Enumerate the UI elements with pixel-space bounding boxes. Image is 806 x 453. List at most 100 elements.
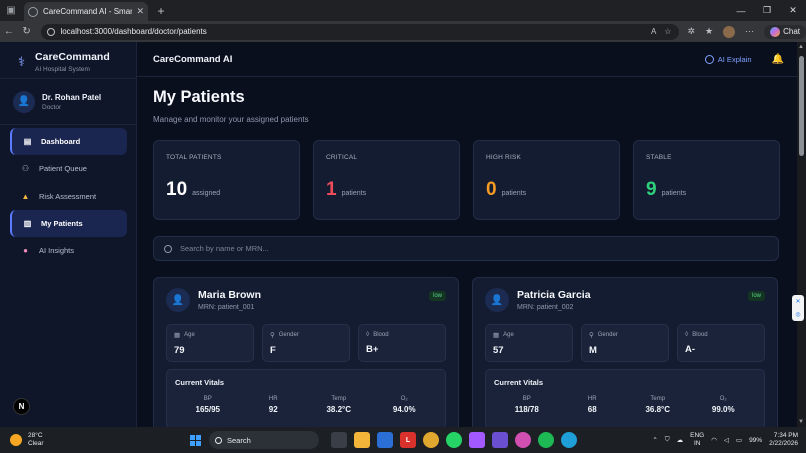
ai-explain-label: AI Explain (717, 54, 752, 64)
scroll-down-icon[interactable]: ▼ (798, 419, 804, 425)
vital-label: Temp (331, 396, 347, 402)
more-menu-icon[interactable]: ⋯ (745, 26, 754, 37)
volume-icon[interactable]: ◁ (724, 436, 729, 444)
nextjs-badge[interactable]: N (13, 398, 30, 415)
search-input[interactable] (180, 244, 680, 253)
reload-icon[interactable]: ↻ (18, 21, 36, 42)
favorites-icon[interactable]: ★ (705, 26, 713, 37)
taskbar-search[interactable]: Search (209, 431, 319, 449)
stat-value: 10 (166, 179, 188, 200)
search-icon (164, 244, 172, 253)
wifi-icon[interactable]: ◠ (711, 436, 717, 444)
main-content: CareCommand AI AI Explain 🔔 My Patients … (137, 42, 800, 427)
vital-label: BP (203, 396, 212, 402)
windows-start-icon[interactable] (190, 434, 201, 446)
close-panel-icon[interactable]: ✕ (795, 298, 800, 305)
vital-label: HR (268, 396, 278, 402)
stat-card-stable: STABLE 9 patients (633, 140, 780, 220)
bell-icon[interactable]: 🔔 (772, 54, 784, 65)
stat-label: HIGH RISK (486, 154, 522, 161)
page-subtitle: Manage and monitor your assigned patient… (153, 115, 309, 124)
obsidian-icon[interactable] (492, 432, 508, 448)
battery-icon[interactable]: ▭ (736, 436, 742, 444)
patient-card[interactable]: 👤 Patricia Garcia MRN: patient_002 low ▦… (472, 277, 778, 427)
sidebar-item-patient-queue[interactable]: ⚇ Patient Queue (10, 155, 127, 182)
weather-widget[interactable]: 28°C Clear (0, 432, 190, 448)
favorite-star-icon[interactable]: ☆ (664, 27, 671, 36)
language-indicator[interactable]: ENG IN (690, 432, 704, 448)
attr-value: 79 (174, 345, 185, 356)
task-view-icon[interactable] (331, 432, 347, 448)
vital-label: O₂ (719, 396, 727, 402)
attr-label: Blood (373, 331, 389, 338)
scrollbar-thumb[interactable] (799, 56, 804, 156)
url-text: localhost:3000/dashboard/doctor/patients (60, 27, 207, 36)
sidebar: ⚕ CareCommand AI Hospital System 👤 Dr. R… (0, 42, 137, 427)
spotify-icon[interactable] (538, 432, 554, 448)
read-aloud-icon[interactable]: A (651, 27, 656, 36)
sidebar-item-label: My Patients (41, 218, 83, 228)
browser-tab[interactable]: CareCommand AI - Smart Digital H ✕ (24, 2, 148, 21)
scroll-up-icon[interactable]: ▲ (798, 44, 804, 50)
colorful-app-icon[interactable] (515, 432, 531, 448)
patient-name: Maria Brown (198, 289, 262, 301)
sidebar-item-my-patients[interactable]: ▥ My Patients (10, 209, 127, 237)
url-field[interactable]: localhost:3000/dashboard/doctor/patients… (41, 23, 680, 40)
close-tab-icon[interactable]: ✕ (136, 6, 144, 17)
new-tab-button[interactable]: + (152, 0, 170, 21)
vital-value: 36.8°C (645, 405, 671, 414)
attr-blood: ◊ Blood B+ (358, 324, 446, 362)
copilot-chat-button[interactable]: Chat (764, 24, 806, 39)
sidebar-item-ai-insights[interactable]: ● AI Insights (10, 237, 127, 264)
sidebar-item-risk-assessment[interactable]: ▲ Risk Assessment (10, 183, 127, 210)
page-scrollbar[interactable]: ▲ ▼ (797, 42, 806, 427)
search-icon (215, 436, 222, 444)
stat-unit: patients (341, 190, 367, 197)
attr-label: Age (184, 332, 195, 338)
patient-search (153, 236, 779, 261)
back-icon[interactable]: ← (0, 21, 18, 42)
panel-app-icon[interactable]: ◎ (795, 311, 800, 318)
stat-value: 1 (326, 179, 337, 200)
close-window-icon[interactable]: ✕ (780, 0, 806, 21)
chrome-icon[interactable] (423, 432, 439, 448)
weather-temp: 28°C (28, 432, 43, 439)
app-l-icon[interactable]: L (400, 432, 416, 448)
vital-value: 94.0% (392, 405, 416, 414)
sidebar-nav: ▤ Dashboard ⚇ Patient Queue ▲ Risk Asses… (0, 125, 136, 264)
minimize-icon[interactable]: — (728, 0, 754, 21)
stat-card-high-risk: HIGH RISK 0 patients (473, 140, 620, 220)
user-profile[interactable]: 👤 Dr. Rohan Patel Doctor (0, 78, 136, 125)
people-icon: ⚇ (21, 164, 30, 174)
stat-card-total: TOTAL PATIENTS 10 assigned (153, 140, 300, 220)
vital-value: 38.2°C (326, 405, 352, 414)
user-avatar-icon: 👤 (13, 90, 35, 113)
sidebar-item-dashboard[interactable]: ▤ Dashboard (10, 128, 127, 155)
edge-icon[interactable] (561, 432, 577, 448)
tray-shield-icon[interactable]: ⛉ (665, 436, 670, 444)
tab-actions-icon[interactable]: ▣ (0, 0, 22, 21)
patient-card[interactable]: 👤 Maria Brown MRN: patient_001 low ▦ Age … (153, 277, 459, 427)
tray-chevron-icon[interactable]: ⌃ (652, 436, 657, 444)
stat-label: CRITICAL (326, 154, 358, 161)
caduceus-icon: ⚕ (18, 54, 26, 69)
page-content: My Patients Manage and monitor your assi… (137, 77, 800, 427)
whatsapp-icon[interactable] (446, 432, 462, 448)
store-icon[interactable] (377, 432, 393, 448)
attr-label: Gender (278, 332, 299, 338)
figma-icon[interactable] (469, 432, 485, 448)
top-bar: CareCommand AI AI Explain 🔔 (137, 42, 800, 77)
globe-icon (28, 6, 38, 17)
restore-icon[interactable]: ❐ (754, 0, 780, 21)
attr-gender: ⚲ Gender F (262, 324, 350, 362)
clock[interactable]: 7:34 PM 2/22/2026 (769, 432, 798, 448)
site-info-icon[interactable] (47, 27, 56, 36)
file-explorer-icon[interactable] (354, 432, 370, 448)
extensions-icon[interactable]: ✲ (687, 26, 695, 37)
vital-label: BP (522, 396, 531, 402)
ai-explain-button[interactable]: AI Explain (704, 54, 752, 64)
user-role: Doctor (42, 103, 62, 111)
profile-avatar[interactable] (723, 25, 736, 38)
attr-value: F (270, 345, 276, 356)
tray-cloud-icon[interactable]: ☁ (677, 436, 684, 444)
